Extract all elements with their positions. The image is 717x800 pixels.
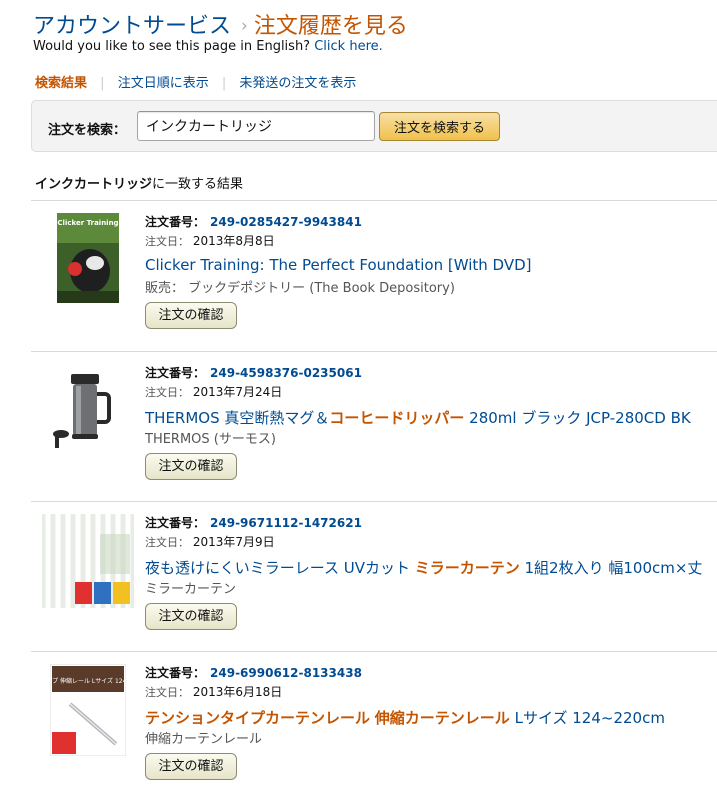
book-cover-title: Clicker Training [57,219,118,227]
view-order-button[interactable]: 注文の確認 [145,753,237,780]
search-input[interactable] [137,111,375,141]
product-title-text: 280ml ブラック JCP-280CD BK [464,409,691,427]
order-date: 2013年7月24日 [192,385,283,399]
english-link[interactable]: Click here. [314,39,383,54]
product-title-text: Lサイズ 124~220cm [509,709,665,727]
search-orders-button[interactable]: 注文を検索する [379,112,500,141]
order-item: テンションタイプ 伸縮レール Lサイズ 124~220cm 対応 注文番号： 24… [31,652,717,800]
order-search-box: 注文を検索： 注文を検索する [31,100,717,152]
filter-separator: | [221,76,227,91]
order-item: Clicker Training 注文番号： 249-0285427-994384… [31,201,717,351]
order-date-label: 注文日： [145,235,189,248]
curtain-rail-icon[interactable]: テンションタイプ 伸縮レール Lサイズ 124~220cm 対応 [50,664,126,756]
product-title-text: Clicker Training: The Perfect Foundation… [145,256,532,274]
view-order-button[interactable]: 注文の確認 [145,302,237,329]
search-match-highlight: ミラーカーテン [414,559,520,577]
order-date: 2013年8月8日 [192,234,275,248]
order-date: 2013年7月9日 [192,535,275,549]
order-item: 注文番号： 249-9671112-1472621 注文日： 2013年7月9日 … [31,502,717,652]
breadcrumb-separator: › [241,16,248,36]
results-query: インクカートリッジ [35,177,153,192]
seller: ミラーカーテン [145,582,237,597]
breadcrumb: アカウントサービス › 注文履歴を見る [33,8,408,40]
lace-curtain-icon[interactable] [42,514,134,608]
product-title[interactable]: THERMOS 真空断熱マグ＆コーヒードリッパー 280ml ブラック JCP-… [145,407,691,428]
order-date-label: 注文日： [145,386,189,399]
order-number-label: 注文番号： [145,666,206,680]
search-match-highlight: コーヒードリッパー [329,409,465,427]
filter-unshipped-orders[interactable]: 未発送の注文を表示 [239,76,356,91]
book-cover-icon[interactable]: Clicker Training [57,213,119,303]
product-title-text: 1組2枚入り 幅100cm×丈 [519,559,703,577]
breadcrumb-account-service[interactable]: アカウントサービス [33,14,231,39]
seller: 伸縮カーテンレール [145,732,263,747]
product-title[interactable]: テンションタイプカーテンレール 伸縮カーテンレール Lサイズ 124~220cm [145,707,665,728]
english-prompt: Would you like to see this page in Engli… [33,39,383,54]
search-label: 注文を検索： [48,123,127,138]
view-order-button[interactable]: 注文の確認 [145,453,237,480]
rail-package-text: テンションタイプ 伸縮レール Lサイズ 124~220cm 対応 [50,677,126,685]
seller: 販売： ブックデポジトリー (The Book Depository) [145,281,455,296]
filter-by-order-date[interactable]: 注文日順に表示 [118,76,209,91]
order-item: 注文番号： 249-4598376-0235061 注文日： 2013年7月24日… [31,352,717,502]
page-title: 注文履歴を見る [253,14,408,39]
english-prompt-text: Would you like to see this page in Engli… [33,39,311,54]
search-match-highlight: 伸縮カーテンレール [374,709,510,727]
results-suffix: に一致する結果 [152,177,244,192]
order-number[interactable]: 249-6990612-8133438 [210,666,362,680]
order-number-label: 注文番号： [145,366,206,380]
search-match-highlight: テンションタイプカーテンレール [145,709,371,727]
order-date-label: 注文日： [145,536,189,549]
filter-nav: 検索結果 | 注文日順に表示 | 未発送の注文を表示 [35,72,356,91]
view-order-button[interactable]: 注文の確認 [145,603,237,630]
order-number[interactable]: 249-0285427-9943841 [210,215,362,229]
order-number-label: 注文番号： [145,516,206,530]
product-title-text: THERMOS 真空断熱マグ＆ [145,409,330,427]
results-heading: インクカートリッジに一致する結果 [35,173,243,192]
order-date: 2013年6月18日 [192,685,283,699]
thermos-mug-icon[interactable] [43,364,119,454]
order-number[interactable]: 249-9671112-1472621 [210,516,362,530]
order-number[interactable]: 249-4598376-0235061 [210,366,362,380]
product-title-text: 夜も透けにくいミラーレース UVカット [145,559,415,577]
filter-separator: | [100,76,105,91]
filter-search-results[interactable]: 検索結果 [35,76,87,91]
order-date-label: 注文日： [145,686,189,699]
product-title[interactable]: 夜も透けにくいミラーレース UVカット ミラーカーテン 1組2枚入り 幅100c… [145,557,702,578]
seller: THERMOS (サーモス) [145,432,276,447]
order-number-label: 注文番号： [145,215,206,229]
product-title[interactable]: Clicker Training: The Perfect Foundation… [145,256,531,277]
